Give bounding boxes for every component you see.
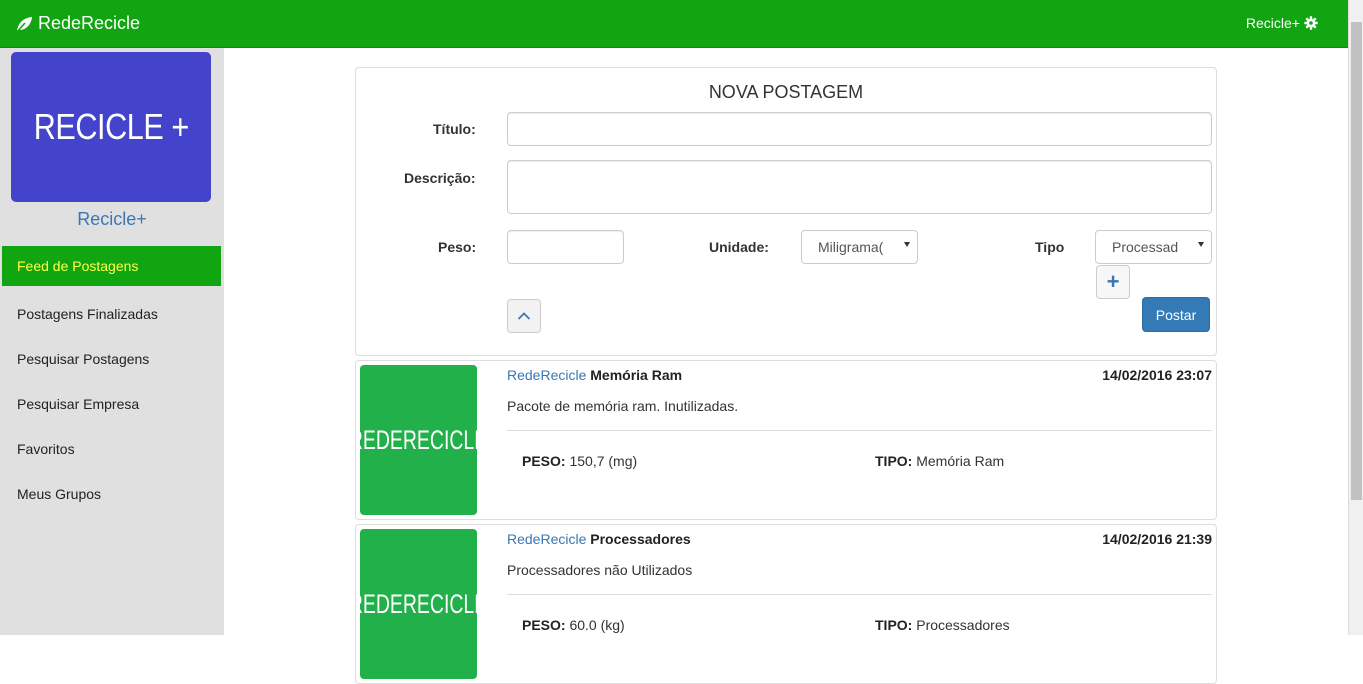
sidebar-item-finalized[interactable]: Postagens Finalizadas [2,291,221,336]
weight-input[interactable] [507,230,624,264]
gear-icon [1304,16,1318,30]
title-label: Título: [433,121,476,137]
unit-select[interactable]: Miligrama( [801,230,918,264]
type-select[interactable]: Processad [1095,230,1212,264]
post-author-link[interactable]: RedeRecicle [507,367,586,383]
type-label: Tipo [1035,239,1065,255]
post-weight-value: 60.0 (kg) [569,617,625,633]
scrollbar-thumb[interactable] [1351,22,1362,500]
brand-name: RedeRecicle [38,13,141,33]
form-heading: NOVA POSTAGEM [708,82,864,102]
sidebar-item-feed[interactable]: Feed de Postagens [2,246,221,286]
chevron-up-icon [517,312,531,320]
post-weight-label: PESO: [522,453,566,469]
page-scrollbar[interactable] [1348,0,1363,635]
collapse-form-button[interactable] [507,299,541,333]
post-type-label: TIPO: [875,617,913,633]
type-selected-value: Processad [1112,239,1179,255]
sidebar-item-search-company[interactable]: Pesquisar Empresa [2,381,221,426]
unit-selected-value: Miligrama( [818,239,884,255]
post-title: Memória Ram [590,367,683,383]
post-thumbnail-text: REDERECICLE [355,588,488,619]
post-thumbnail[interactable]: REDERECICLE [356,529,488,679]
post-thumbnail[interactable]: REDERECICLE [356,365,488,515]
post-weight: PESO: 150,7 (mg) [522,453,637,469]
post-weight: PESO: 60.0 (kg) [522,617,625,633]
unit-label: Unidade: [709,239,769,255]
leaf-icon [15,16,32,34]
post-author-link[interactable]: RedeRecicle [507,531,586,547]
post-divider [507,430,1212,431]
post-date: 14/02/2016 23:07 [1102,367,1212,383]
brand-link[interactable]: RedeRecicle [14,13,140,34]
post-description: Processadores não Utilizados [507,562,693,578]
sidebar: RECICLE + Recicle+ Feed de Postagens Pos… [0,48,224,635]
new-post-panel: NOVA POSTAGEM Título: Descrição: Peso: U… [355,67,1217,356]
top-navbar: RedeRecicle Recicle+ [0,0,1348,48]
post-card: REDERECICLE RedeRecicle Memória Ram 14/0… [355,360,1217,520]
user-menu[interactable]: Recicle+ [1246,15,1318,31]
post-type-label: TIPO: [875,453,913,469]
plus-icon: + [1106,269,1120,294]
chevron-down-icon [904,242,910,247]
post-weight-label: PESO: [522,617,566,633]
sidebar-nav: Feed de Postagens Postagens Finalizadas … [2,246,221,516]
sidebar-item-favorites[interactable]: Favoritos [2,426,221,471]
post-type: TIPO: Processadores [875,617,1010,633]
post-header: RedeRecicle Memória Ram [507,367,682,383]
post-type-value: Memória Ram [916,453,1005,469]
post-header: RedeRecicle Processadores [507,531,691,547]
post-divider [507,594,1212,595]
sidebar-item-groups[interactable]: Meus Grupos [2,471,221,516]
weight-label: Peso: [438,239,477,255]
user-menu-label: Recicle+ [1245,15,1300,31]
sidebar-item-search-posts[interactable]: Pesquisar Postagens [2,336,221,381]
title-input[interactable] [507,112,1212,146]
post-description: Pacote de memória ram. Inutilizadas. [507,398,739,414]
description-textarea[interactable] [507,160,1212,214]
add-type-button[interactable]: + [1096,265,1130,299]
description-label: Descrição: [404,170,476,186]
post-title: Processadores [590,531,691,547]
profile-logo-text: RECICLE + [33,106,189,147]
post-thumbnail-text: REDERECICLE [355,424,488,455]
chevron-down-icon [1198,242,1204,247]
post-card: REDERECICLE RedeRecicle Processadores 14… [355,524,1217,684]
post-type: TIPO: Memória Ram [875,453,1004,469]
profile-logo: RECICLE + [11,52,211,202]
post-button[interactable]: Postar [1142,297,1210,332]
post-type-value: Processadores [916,617,1010,633]
post-weight-value: 150,7 (mg) [569,453,638,469]
profile-name[interactable]: Recicle+ [0,209,224,230]
post-date: 14/02/2016 21:39 [1102,531,1212,547]
